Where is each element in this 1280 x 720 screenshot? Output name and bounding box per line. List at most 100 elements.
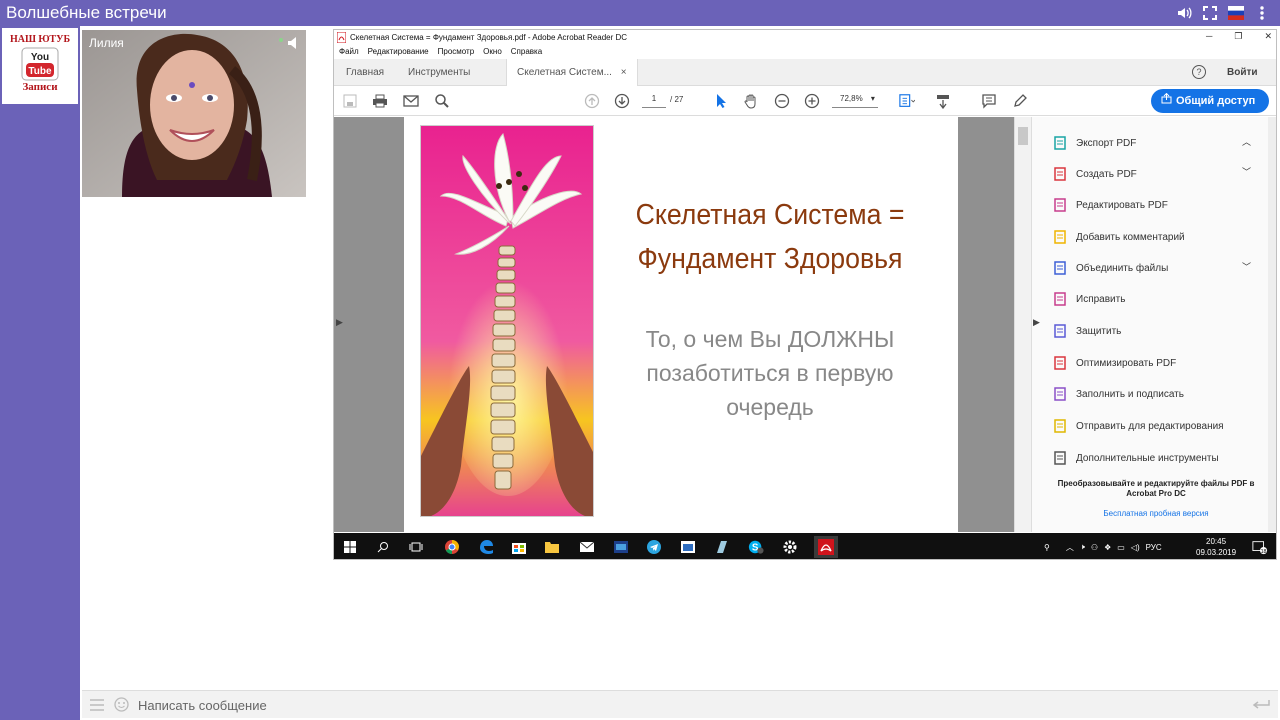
menu-window[interactable]: Окно bbox=[483, 47, 502, 56]
chevron-down-icon[interactable]: ﹀ bbox=[1242, 260, 1251, 273]
restore-icon[interactable]: ❐ bbox=[1234, 31, 1242, 42]
tray-volume-icon[interactable]: 🕨 bbox=[1080, 542, 1085, 552]
speaker-icon[interactable] bbox=[278, 36, 300, 55]
edge-icon[interactable] bbox=[478, 539, 494, 555]
tool-item[interactable]: Объединить файлы bbox=[1052, 259, 1168, 277]
search-icon[interactable] bbox=[434, 93, 450, 109]
menu-view[interactable]: Просмотр bbox=[438, 47, 475, 56]
menu-file[interactable]: Файл bbox=[339, 47, 359, 56]
clock[interactable]: 20:45 09.03.2019 bbox=[1196, 536, 1236, 558]
youtube-recordings-link[interactable]: НАШ ЮТУБ You Tube Записи bbox=[2, 28, 78, 104]
close-icon[interactable]: ✕ bbox=[1264, 31, 1272, 42]
tray-dropbox-icon[interactable]: ❖ bbox=[1104, 543, 1111, 552]
keyboard-language[interactable]: РУС bbox=[1146, 543, 1162, 552]
document-scrollbar[interactable] bbox=[1014, 117, 1031, 532]
select-cursor-icon[interactable] bbox=[713, 93, 729, 109]
file-explorer-icon[interactable] bbox=[544, 539, 560, 555]
notes-app-icon[interactable] bbox=[714, 539, 730, 555]
tool-item[interactable]: Экспорт PDF bbox=[1052, 134, 1136, 152]
zoom-in-icon[interactable] bbox=[804, 93, 820, 109]
participant-video[interactable]: Лилия bbox=[82, 30, 306, 197]
page-down-icon[interactable] bbox=[614, 93, 630, 109]
page-up-icon[interactable] bbox=[584, 93, 600, 109]
send-enter-icon[interactable] bbox=[1252, 698, 1270, 716]
mail-icon[interactable] bbox=[579, 539, 595, 555]
tool-label: Добавить комментарий bbox=[1076, 231, 1185, 243]
free-trial-link[interactable]: Бесплатная пробная версия bbox=[1048, 509, 1264, 518]
zoom-select[interactable]: 72,8% ▾ bbox=[832, 94, 878, 108]
signin-button[interactable]: Войти bbox=[1227, 59, 1258, 86]
youtube-caption: НАШ ЮТУБ bbox=[9, 34, 71, 45]
tool-item[interactable]: Защитить bbox=[1052, 322, 1121, 340]
highlight-pen-icon[interactable] bbox=[1012, 93, 1028, 109]
tool-item[interactable]: Создать PDF bbox=[1052, 165, 1137, 183]
notifications-icon[interactable]: 18 bbox=[1252, 539, 1268, 555]
shared-screen: Скелетная Система = Фундамент Здоровья.p… bbox=[333, 29, 1277, 560]
chevron-up-icon[interactable]: ︿ bbox=[1242, 135, 1251, 148]
store-icon[interactable] bbox=[511, 539, 527, 555]
emoji-icon[interactable] bbox=[114, 697, 129, 717]
clock-date: 09.03.2019 bbox=[1196, 548, 1237, 557]
document-scroll-thumb[interactable] bbox=[1018, 127, 1028, 145]
share-button[interactable]: Общий доступ bbox=[1151, 89, 1269, 113]
start-icon[interactable] bbox=[342, 539, 358, 555]
task-view-icon[interactable] bbox=[408, 539, 424, 555]
tool-item[interactable]: Дополнительные инструменты bbox=[1052, 449, 1219, 467]
fix-icon bbox=[1052, 291, 1068, 307]
document-viewport[interactable]: ▶ Скелетная Система = Фундамент Здоровья… bbox=[334, 117, 1031, 532]
collapse-left-pane-icon[interactable]: ▶ bbox=[336, 317, 343, 328]
skype-icon[interactable]: S bbox=[748, 539, 764, 555]
tab-home[interactable]: Главная bbox=[346, 59, 384, 86]
tool-item[interactable]: Редактировать PDF bbox=[1052, 196, 1168, 214]
hand-tool-icon[interactable] bbox=[743, 93, 759, 109]
collapse-tools-pane-icon[interactable]: ▶ bbox=[1033, 317, 1040, 328]
print-icon[interactable] bbox=[372, 93, 388, 109]
page-number-input[interactable]: 1 bbox=[642, 94, 666, 108]
email-icon[interactable] bbox=[403, 93, 419, 109]
tool-label: Объединить файлы bbox=[1076, 262, 1169, 274]
menu-icon[interactable] bbox=[1254, 5, 1270, 21]
acrobat-taskbar-icon[interactable] bbox=[814, 536, 838, 558]
tool-item[interactable]: Отправить для редактирования bbox=[1052, 417, 1224, 435]
chevron-down-icon[interactable]: ﹀ bbox=[1242, 165, 1251, 178]
telegram-icon[interactable] bbox=[646, 539, 662, 555]
fit-page-icon[interactable] bbox=[899, 93, 915, 109]
chat-menu-icon[interactable] bbox=[90, 698, 104, 716]
fullscreen-icon[interactable] bbox=[1202, 5, 1218, 21]
volume-icon[interactable] bbox=[1176, 5, 1192, 21]
tool-item[interactable]: Оптимизировать PDF bbox=[1052, 354, 1176, 372]
save-icon[interactable] bbox=[342, 93, 358, 109]
russian-flag-icon[interactable] bbox=[1228, 5, 1244, 21]
tray-sound-icon[interactable]: ◁) bbox=[1131, 543, 1140, 552]
taskbar-search-icon[interactable] bbox=[375, 539, 391, 555]
page-total: / 27 bbox=[670, 95, 684, 104]
export-pdf-icon bbox=[1052, 135, 1068, 151]
tool-item[interactable]: Исправить bbox=[1052, 290, 1125, 308]
media-app-icon[interactable] bbox=[613, 539, 629, 555]
tools-scrollbar[interactable] bbox=[1268, 117, 1276, 532]
minimize-icon[interactable]: ─ bbox=[1206, 31, 1212, 42]
chrome-icon[interactable] bbox=[444, 539, 460, 555]
window-app-icon[interactable] bbox=[680, 539, 696, 555]
tab-document[interactable]: Скелетная Систем... × bbox=[506, 59, 638, 86]
protect-icon bbox=[1052, 323, 1068, 339]
tray-chevron-up-icon[interactable]: ︿ bbox=[1066, 542, 1074, 553]
menu-edit[interactable]: Редактирование bbox=[368, 47, 429, 56]
tab-close-icon[interactable]: × bbox=[621, 67, 627, 78]
zoom-out-icon[interactable] bbox=[774, 93, 790, 109]
acrobat-toolbar: 1 / 27 72,8% ▾ Общий доступ bbox=[334, 86, 1276, 116]
chevron-down-icon: ▾ bbox=[870, 94, 875, 103]
tool-item[interactable]: Добавить комментарий bbox=[1052, 228, 1185, 246]
people-icon[interactable]: ⚲ bbox=[1044, 543, 1050, 552]
tray-network-icon[interactable]: ⚇ bbox=[1091, 543, 1098, 552]
scroll-mode-icon[interactable] bbox=[935, 93, 951, 109]
youtube-recordings-label: Записи bbox=[22, 81, 58, 93]
menu-help[interactable]: Справка bbox=[511, 47, 542, 56]
tray-display-icon[interactable]: ▭ bbox=[1117, 543, 1125, 552]
tool-item[interactable]: Заполнить и подписать bbox=[1052, 385, 1184, 403]
message-input[interactable] bbox=[138, 694, 1238, 716]
settings-icon[interactable] bbox=[782, 539, 798, 555]
comment-icon[interactable] bbox=[981, 93, 997, 109]
tab-tools[interactable]: Инструменты bbox=[408, 59, 470, 86]
help-icon[interactable]: ? bbox=[1192, 65, 1206, 79]
